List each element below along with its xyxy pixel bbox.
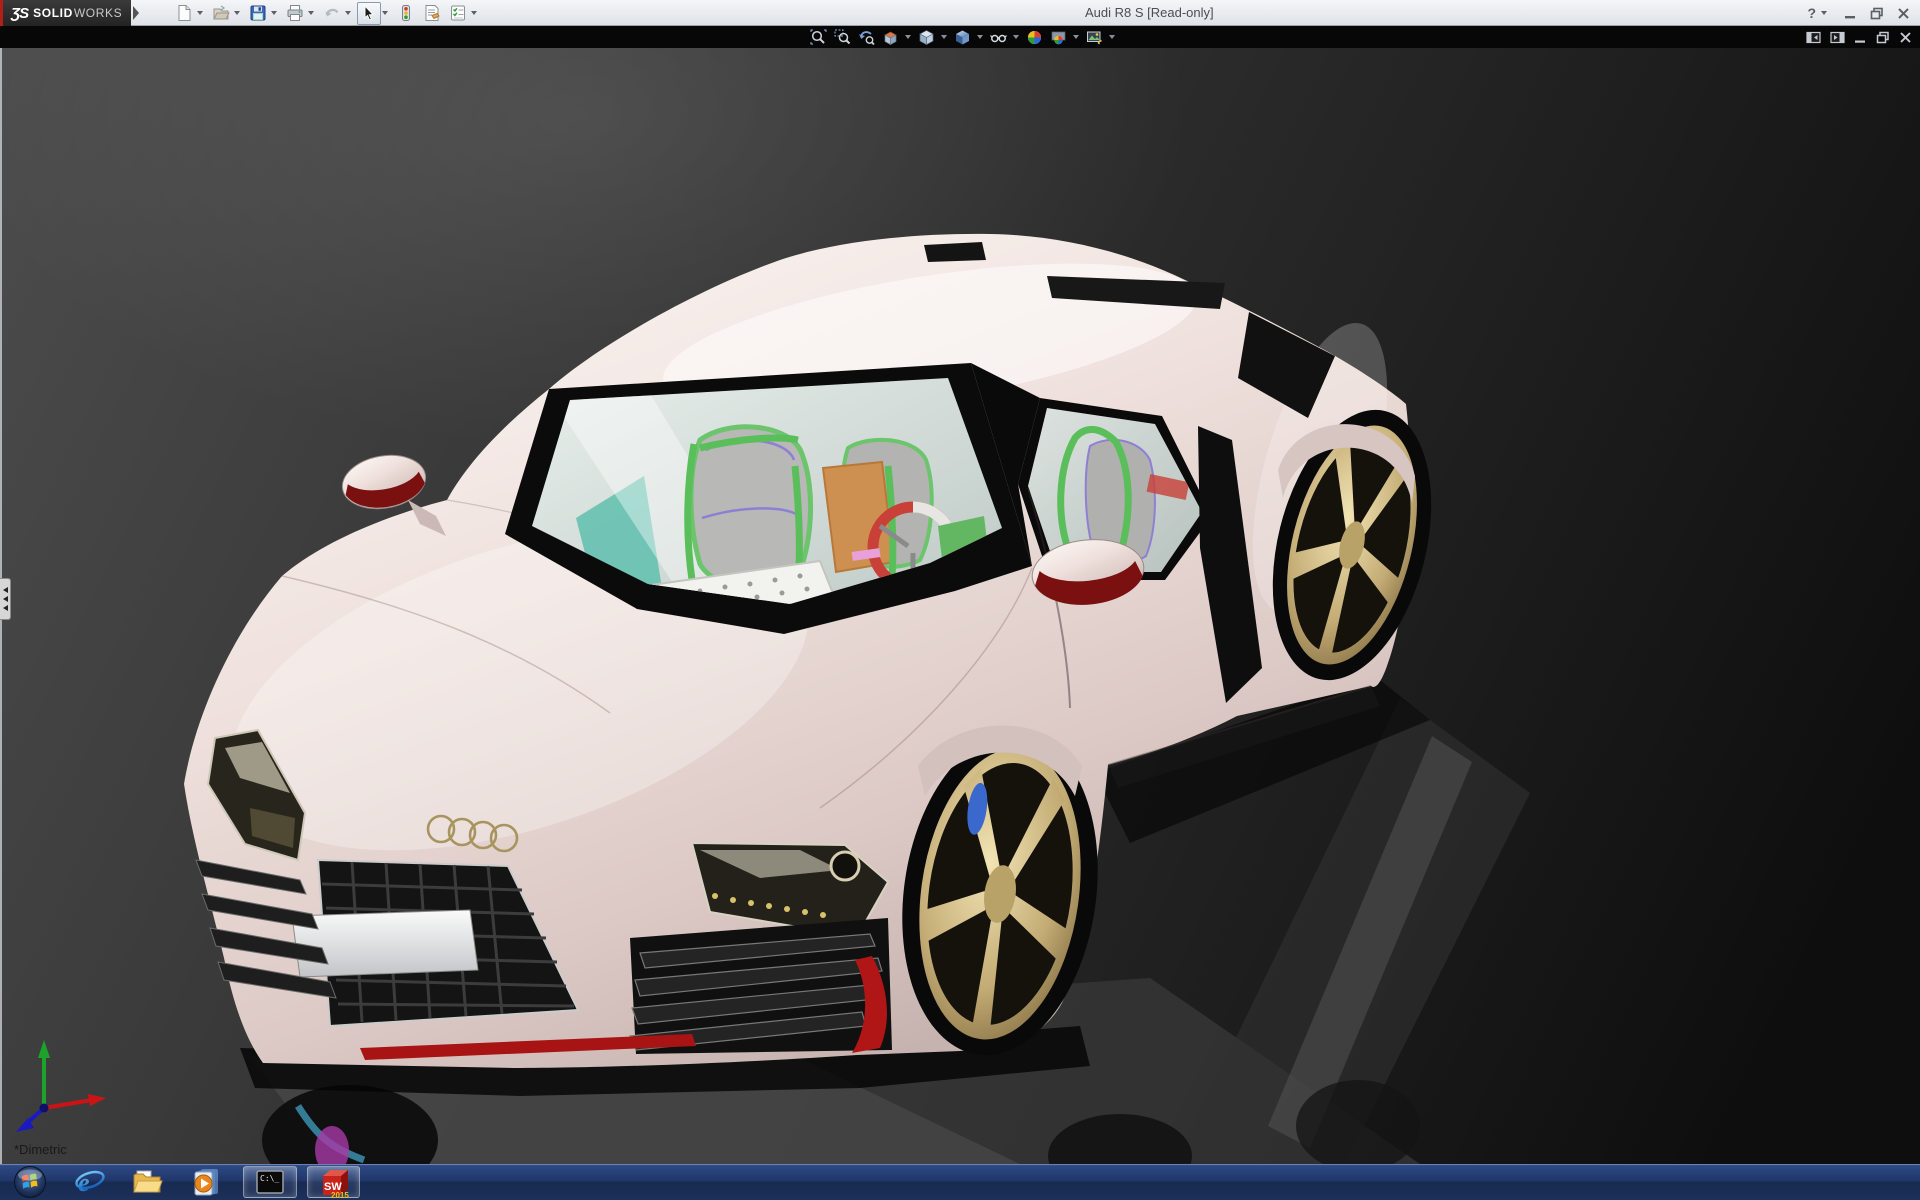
document-window-controls (1806, 26, 1912, 48)
rebuild-traffic-light-icon[interactable] (394, 2, 418, 25)
view-orientation-label: *Dimetric (14, 1142, 67, 1157)
brand-solid: SOLID (33, 6, 73, 20)
dropdown-caret-icon[interactable] (1073, 35, 1079, 39)
previous-view-icon[interactable] (854, 27, 878, 47)
sw-year: 2015 (331, 1191, 349, 1199)
hide-show-items-icon[interactable] (986, 27, 1010, 47)
media-player-icon[interactable] (190, 1164, 226, 1200)
restore-icon[interactable] (1876, 31, 1890, 44)
pane-right-icon[interactable] (1830, 31, 1845, 44)
solidworks-logo-glyph: ƷS (11, 5, 28, 22)
zoom-to-area-icon[interactable] (830, 27, 854, 47)
close-icon[interactable] (1899, 31, 1912, 44)
options-icon[interactable] (446, 2, 470, 25)
menu-bar-toolbar (172, 1, 483, 25)
restore-icon[interactable] (1870, 7, 1884, 20)
heads-up-toolbar (806, 26, 1118, 48)
zoom-to-fit-icon[interactable] (806, 27, 830, 47)
document-title: Audi R8 S [Read-only] (1085, 0, 1214, 26)
open-icon[interactable] (209, 2, 233, 25)
collapse-arrow-icon (3, 587, 8, 593)
titlebar: ƷS SOLID WORKS (0, 0, 1920, 26)
internet-explorer-icon[interactable]: e (72, 1164, 108, 1200)
collapse-arrow-icon (3, 605, 8, 611)
windows-explorer-icon[interactable] (130, 1164, 166, 1200)
solidworks-logo: ƷS SOLID WORKS (3, 0, 131, 26)
dropdown-caret-icon[interactable] (977, 35, 983, 39)
solidworks-icon[interactable]: SW 2015 (307, 1166, 360, 1198)
help-icon[interactable]: ? (1807, 5, 1816, 21)
dropdown-caret-icon[interactable] (308, 11, 314, 15)
audi-r8-model[interactable] (0, 48, 1920, 1164)
minimize-icon[interactable] (1844, 7, 1857, 20)
x-axis-arrow (88, 1094, 106, 1106)
dropdown-caret-icon[interactable] (905, 35, 911, 39)
graphics-viewport[interactable]: *Dimetric (0, 48, 1920, 1164)
feature-tree-collapse-tab[interactable] (0, 578, 11, 620)
reference-triad (8, 1000, 118, 1150)
license-plate (292, 910, 478, 977)
cmd-prompt-text: C:\_ (260, 1174, 279, 1183)
command-prompt-icon[interactable]: C:\_ (243, 1166, 297, 1198)
windows-taskbar: e C:\_ (0, 1164, 1920, 1200)
display-style-icon[interactable] (950, 27, 974, 47)
undo-icon[interactable] (320, 2, 344, 25)
dropdown-caret-icon[interactable] (1109, 35, 1115, 39)
help-dropdown-caret-icon[interactable] (1821, 11, 1827, 15)
brand-works: WORKS (74, 6, 122, 20)
select-icon[interactable] (357, 2, 381, 25)
dropdown-caret-icon[interactable] (345, 11, 351, 15)
right-side-intake (630, 918, 892, 1054)
view-orientation-icon[interactable] (914, 27, 938, 47)
minimize-icon[interactable] (1854, 31, 1867, 44)
file-properties-icon[interactable] (420, 2, 444, 25)
save-icon[interactable] (246, 2, 270, 25)
collapse-arrow-icon (3, 596, 8, 602)
dropdown-caret-icon[interactable] (471, 11, 477, 15)
edit-appearance-icon[interactable] (1022, 27, 1046, 47)
pane-left-icon[interactable] (1806, 31, 1821, 44)
solidworks-window: ƷS SOLID WORKS (0, 0, 1920, 1200)
dropdown-caret-icon[interactable] (382, 11, 388, 15)
section-view-icon[interactable] (878, 27, 902, 47)
view-settings-icon[interactable] (1082, 27, 1106, 47)
toolbar-flyout-arrow-icon[interactable] (133, 6, 139, 20)
dropdown-caret-icon[interactable] (197, 11, 203, 15)
dropdown-caret-icon[interactable] (941, 35, 947, 39)
dropdown-caret-icon[interactable] (271, 11, 277, 15)
dropdown-caret-icon[interactable] (1013, 35, 1019, 39)
apply-scene-icon[interactable] (1046, 27, 1070, 47)
y-axis-arrow (38, 1040, 50, 1058)
new-document-icon[interactable] (172, 2, 196, 25)
dropdown-caret-icon[interactable] (234, 11, 240, 15)
close-icon[interactable] (1897, 7, 1910, 20)
start-button[interactable] (11, 1164, 49, 1200)
window-controls: ? (1807, 0, 1910, 26)
heads-up-view-bar (0, 26, 1920, 48)
print-icon[interactable] (283, 2, 307, 25)
